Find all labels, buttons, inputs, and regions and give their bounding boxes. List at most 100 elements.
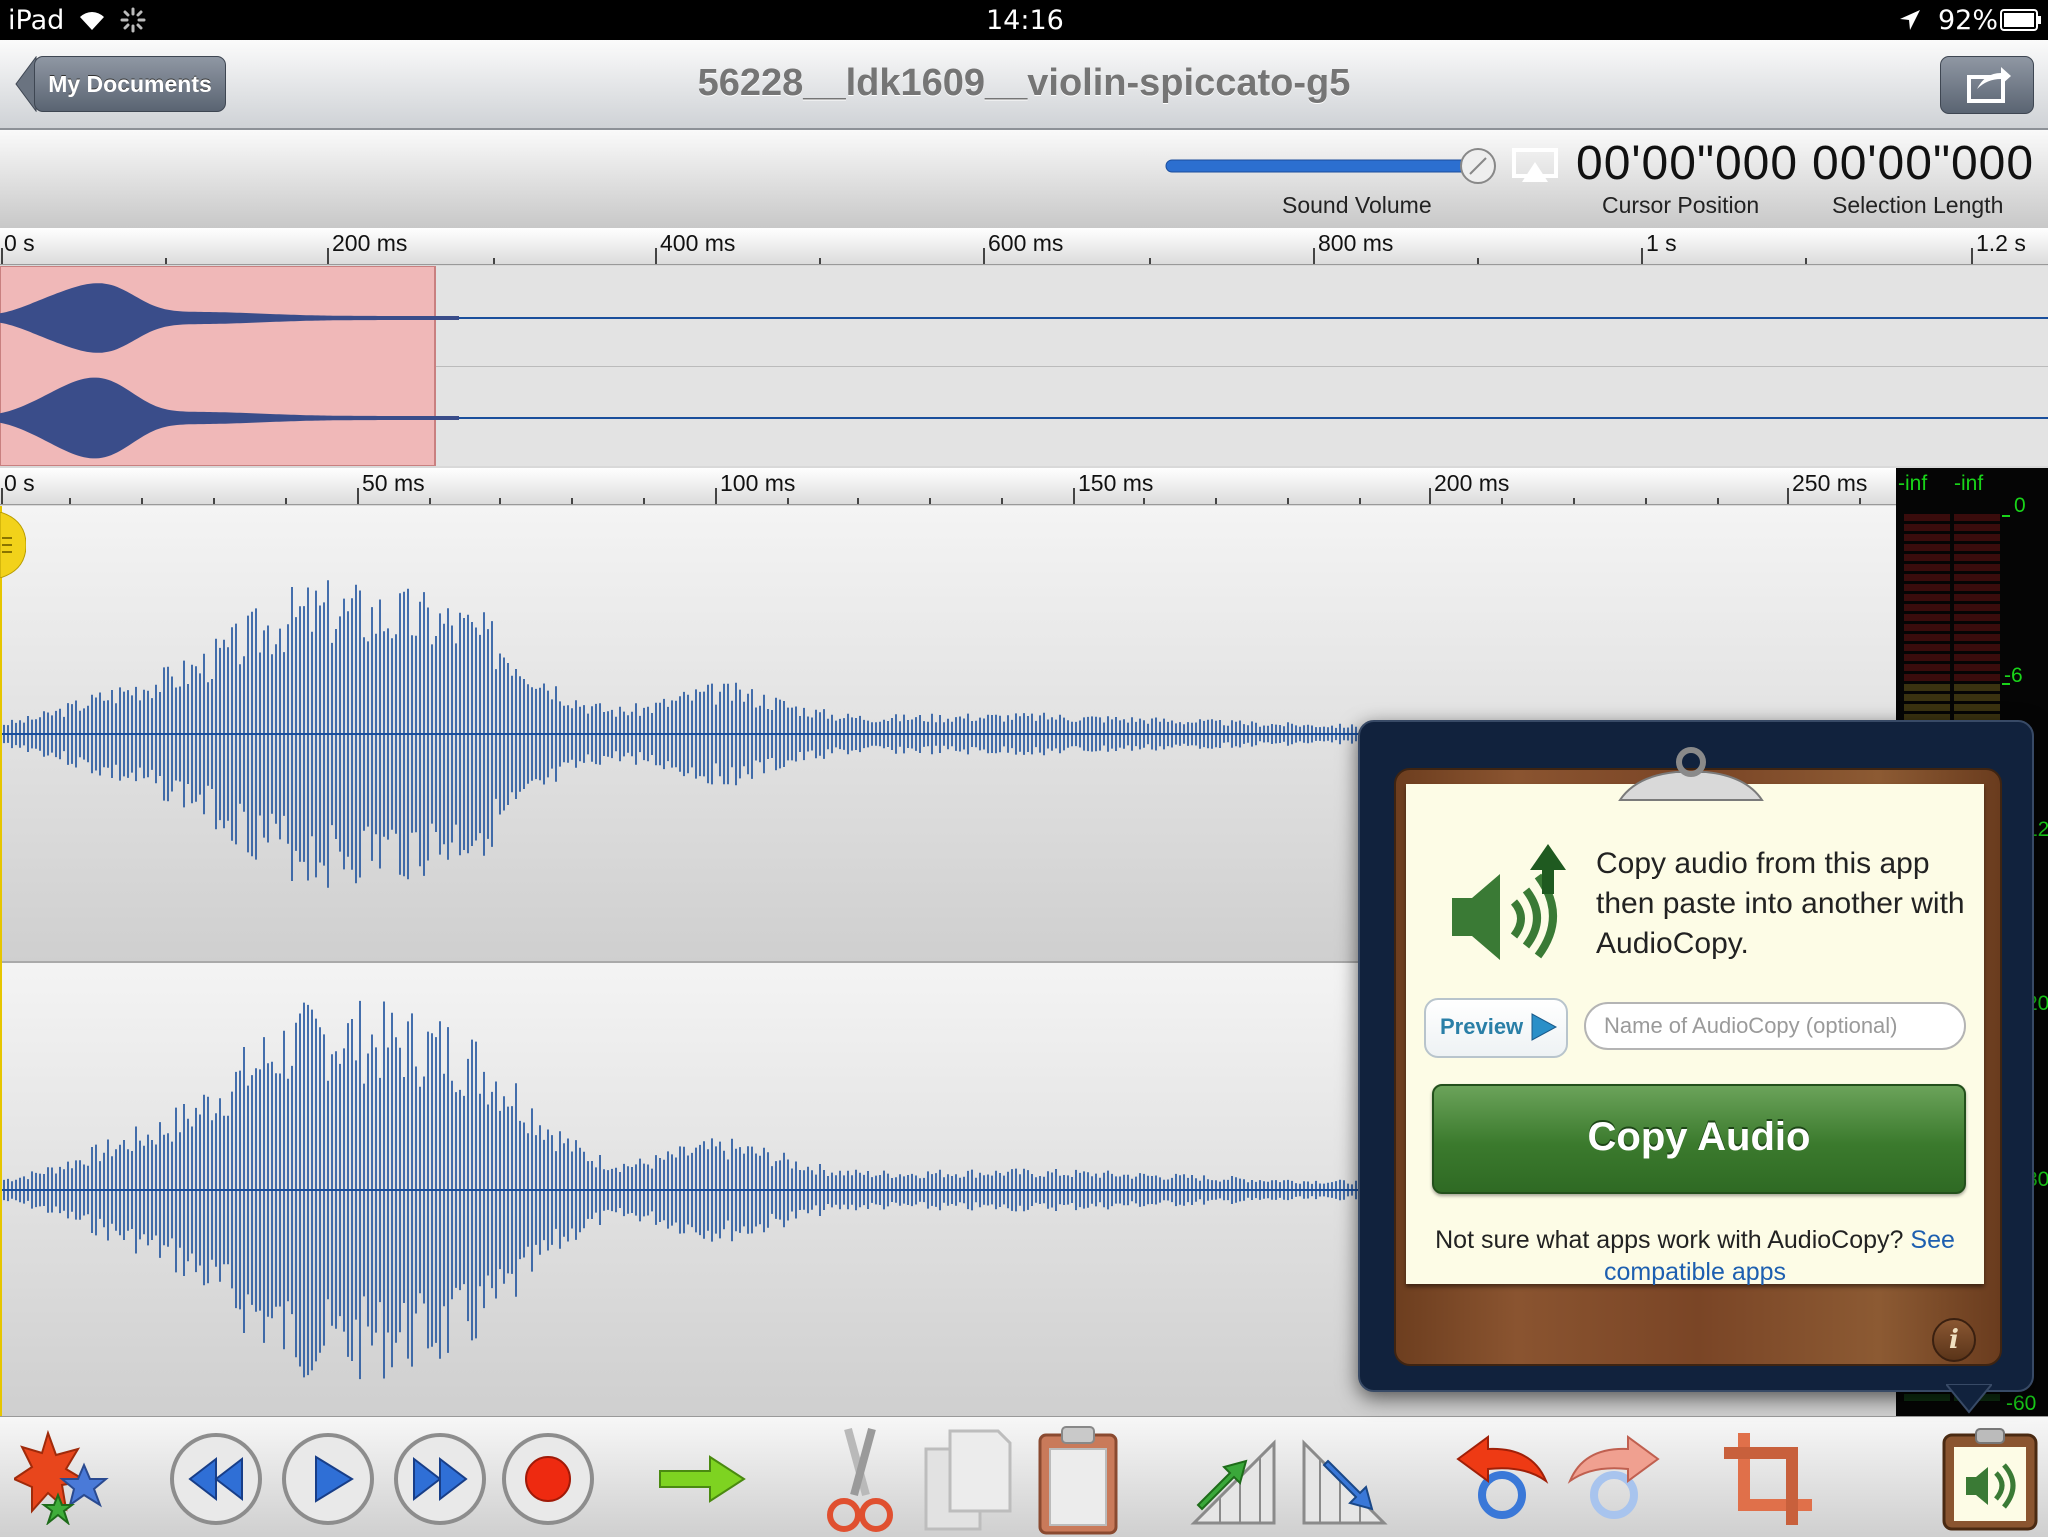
effects-icon[interactable] [14,1429,110,1525]
audiocopy-speaker-icon [1452,844,1566,960]
paste-icon[interactable] [1036,1425,1120,1537]
meter-segment [1954,624,2000,631]
redo-icon[interactable] [1564,1429,1664,1529]
share-icon [1967,67,2011,103]
fast-forward-icon[interactable] [392,1431,488,1527]
popover-arrow [1946,1384,1992,1414]
meter-scale-label: -6 [2004,664,2023,687]
meter-segment [1904,564,1950,571]
left-peak-label: -inf [1898,472,1928,495]
meter-segment [1954,554,2000,561]
meter-segment [1954,534,2000,541]
selection-length-label: Selection Length [1832,192,2004,218]
meter-segment [1954,574,2000,581]
meter-segment [1954,614,2000,621]
meter-segment [1904,574,1950,581]
compatibility-note-text: Not sure what apps work with AudioCopy? [1435,1226,1904,1254]
meter-segment [1904,684,1950,691]
activity-spinner-icon [120,7,146,33]
meter-scale-label: 0 [2014,494,2026,517]
clipboard-clip [1618,747,1764,801]
meter-segment [1904,624,1950,631]
readout-panel: Sound Volume 00'00"000 Cursor Position 0… [0,130,2048,228]
play-icon[interactable] [280,1431,376,1527]
clipboard-panel: Copy audio from this app then paste into… [1394,747,2002,1366]
meter-scale-label: -60 [2006,1392,2037,1415]
location-arrow-icon [1900,10,1920,30]
meter-segment [1954,674,2000,681]
battery-percent: 92% [1938,5,1999,36]
paper-sheet: Copy audio from this app then paste into… [1406,784,1984,1286]
meter-segment [1954,604,2000,611]
overview-svg [0,265,2048,467]
sound-volume-slider[interactable] [1160,146,1500,186]
meter-segment [1904,634,1950,641]
meter-segment [1954,654,2000,661]
preview-button[interactable]: Preview [1424,998,1568,1058]
fade-in-icon[interactable] [1190,1429,1280,1529]
meter-segment [1904,534,1950,541]
meter-segment [1904,1394,1950,1401]
audiocopy-popover: Copy audio from this app then paste into… [1358,720,2034,1414]
meter-segment [1904,654,1950,661]
meter-segment [1954,704,2000,711]
audiocopy-message: Copy audio from this app then paste into… [1596,847,1965,960]
crop-icon[interactable] [1720,1429,1816,1529]
meter-segment [1954,664,2000,671]
audiocopy-name-input[interactable] [1584,1002,1966,1050]
battery-icon [2000,9,2041,31]
copy-icon[interactable] [922,1427,1014,1535]
meter-segment [1954,564,2000,571]
wifi-icon [80,12,104,30]
copy-audio-button[interactable]: Copy Audio [1432,1084,1966,1194]
meter-segment [1954,684,2000,691]
undo-icon[interactable] [1452,1429,1552,1529]
meter-segment [1904,704,1950,711]
go-to-icon[interactable] [656,1451,748,1507]
preview-play-icon [1531,1013,1558,1041]
navigation-bar: My Documents 56228__ldk1609__violin-spic… [0,40,2048,130]
meter-segment [1954,544,2000,551]
overview-ticks [1,248,1973,264]
cut-icon[interactable] [820,1425,900,1535]
meter-segment [1904,584,1950,591]
bottom-toolbar [0,1416,2048,1537]
clock: 14:16 [986,5,1064,36]
meter-segment [1904,594,1950,601]
right-peak-label: -inf [1954,472,1984,495]
main-ruler: 0 s 50 ms 100 ms 150 ms 200 ms 250 ms [0,468,1896,505]
meter-segment [1904,604,1950,611]
meter-segment [1904,514,1950,521]
meter-segment [1904,664,1950,671]
audiocopy-icon[interactable] [1940,1421,2040,1533]
meter-segment [1954,514,2000,521]
info-button[interactable]: i [1932,1318,1976,1362]
meter-segment [1954,644,2000,651]
meter-segment [1954,634,2000,641]
cursor-position-label: Cursor Position [1602,192,1760,218]
status-bar: iPad 14:16 92% [0,0,2048,40]
fade-out-icon[interactable] [1300,1429,1390,1529]
main-ticks [1,488,1861,504]
rewind-icon[interactable] [168,1431,264,1527]
meter-segment [1904,644,1950,651]
meter-segment [1954,584,2000,591]
preview-label: Preview [1440,1014,1524,1039]
meter-segment [1954,594,2000,601]
meter-segment [1954,524,2000,531]
compatibility-note: Not sure what apps work with AudioCopy? … [1406,1224,1984,1288]
meter-segment [1904,694,1950,701]
cursor-handle-icon[interactable] [0,512,26,578]
meter-segment [1904,554,1950,561]
cursor-position-value: 00'00"000 [1576,137,1799,190]
overview-ruler: 0 s 200 ms 400 ms 600 ms 800 ms 1 s 1.2 … [0,228,2048,265]
meter-segment [1904,544,1950,551]
sound-volume-label: Sound Volume [1282,192,1432,218]
overview-waveform[interactable] [0,265,2048,467]
meter-segment [1954,694,2000,701]
selection-length-value: 00'00"000 [1812,137,2035,190]
share-button[interactable] [1940,56,2034,114]
airplay-icon[interactable] [1512,148,1558,184]
record-icon[interactable] [500,1431,596,1527]
meter-segment [1904,614,1950,621]
